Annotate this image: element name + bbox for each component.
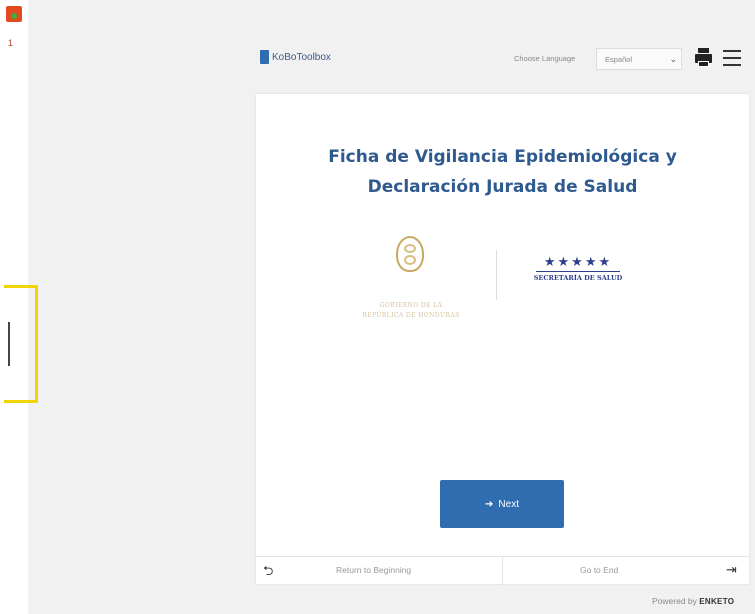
logo-divider <box>496 250 497 300</box>
next-button[interactable]: ➔ Next <box>440 480 564 528</box>
go-to-end-link[interactable]: Go to End <box>580 565 618 575</box>
form-header: KoBoToolbox Choose Language Español ⌄ <box>252 40 755 80</box>
return-icon[interactable]: ⮌ <box>263 562 273 584</box>
logo-rule <box>536 271 620 272</box>
kobo-logo-icon <box>260 50 269 64</box>
enketo-brand[interactable]: ENKETO <box>699 597 734 606</box>
secretaria-label: SECRETARÍA DE SALUD <box>533 274 623 282</box>
language-selected: Español <box>605 55 633 64</box>
form-title-line1: Ficha de Vigilancia Epidemiológica y <box>328 147 677 167</box>
footer-divider <box>502 557 503 585</box>
return-to-beginning-link[interactable]: Return to Beginning <box>336 565 411 575</box>
government-logo: GOBIERNO DE LA REPÚBLICA DE HONDURAS <box>326 230 496 330</box>
scroll-handle[interactable] <box>8 322 10 366</box>
form-title: Ficha de Vigilancia Epidemiológica y Dec… <box>276 142 729 202</box>
form-footer: ⮌ Return to Beginning Go to End ⇥ <box>256 556 749 585</box>
brand-logo[interactable]: KoBoToolbox <box>260 50 331 64</box>
brand-name: KoBoToolbox <box>272 51 331 63</box>
arrow-right-icon: ➔ <box>485 498 494 510</box>
printer-icon[interactable] <box>695 48 712 68</box>
powered-by: Powered by ENKETO <box>652 596 734 606</box>
language-select[interactable]: Español ⌄ <box>596 48 682 70</box>
chevron-down-icon: ⌄ <box>669 54 677 64</box>
government-logo-line1: GOBIERNO DE LA <box>379 302 443 309</box>
government-logo-line2: REPÚBLICA DE HONDURAS <box>362 312 460 319</box>
next-label: Next <box>498 498 519 510</box>
form-title-line2: Declaración Jurada de Salud <box>367 177 638 197</box>
powered-prefix: Powered by <box>652 596 697 606</box>
form-card: Ficha de Vigilancia Epidemiológica y Dec… <box>256 94 749 585</box>
extension-icon[interactable] <box>6 6 22 22</box>
coat-of-arms-icon <box>396 236 424 272</box>
hamburger-icon[interactable] <box>723 49 741 67</box>
page-counter: 1 <box>8 38 14 48</box>
go-to-end-icon[interactable]: ⇥ <box>726 562 737 578</box>
secretaria-logo: ★★★★★ SECRETARÍA DE SALUD <box>518 254 638 294</box>
stars-icon: ★★★★★ <box>543 254 613 269</box>
language-label: Choose Language <box>514 54 576 63</box>
